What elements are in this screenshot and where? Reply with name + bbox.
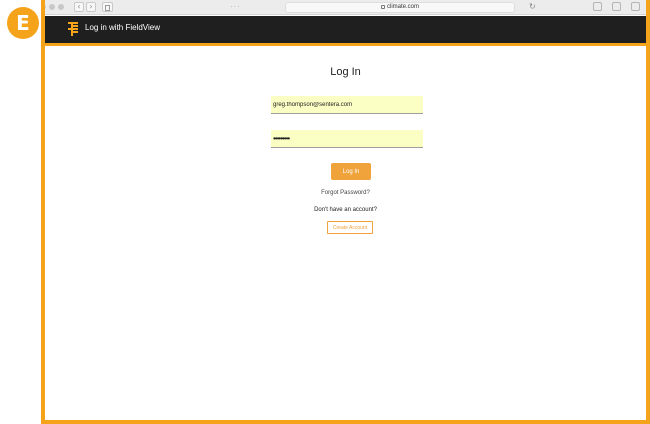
address-bar[interactable]: climate.com bbox=[285, 2, 515, 13]
toolbar-actions bbox=[593, 2, 640, 11]
sidebar-toggle-icon[interactable] bbox=[102, 2, 113, 12]
back-icon[interactable]: ‹ bbox=[74, 2, 84, 12]
create-account-button[interactable]: Create Account bbox=[327, 221, 373, 234]
minimize-window-icon[interactable] bbox=[49, 4, 55, 10]
password-field[interactable] bbox=[271, 130, 423, 148]
tabs-icon[interactable] bbox=[631, 2, 640, 11]
history-nav: ‹ › bbox=[74, 2, 96, 12]
header-title: Log in with FieldView bbox=[85, 23, 161, 32]
more-icon[interactable]: ··· bbox=[230, 2, 241, 11]
downloads-icon[interactable] bbox=[593, 2, 602, 11]
login-title: Log In bbox=[330, 66, 361, 78]
window-controls bbox=[45, 4, 64, 10]
forgot-password-link[interactable]: Forgot Password? bbox=[45, 190, 646, 196]
email-field[interactable] bbox=[271, 96, 423, 114]
fieldview-logo-icon bbox=[68, 22, 78, 36]
login-button[interactable]: Log In bbox=[331, 163, 371, 180]
zoom-window-icon[interactable] bbox=[58, 4, 64, 10]
address-text: climate.com bbox=[386, 4, 419, 10]
no-account-text: Don't have an account? bbox=[314, 207, 377, 213]
header-divider bbox=[45, 43, 646, 46]
app-header: Log in with FieldView bbox=[45, 16, 646, 43]
close-window-icon[interactable] bbox=[45, 4, 46, 10]
browser-toolbar: ‹ › ··· climate.com ↻ bbox=[45, 0, 646, 15]
forward-icon[interactable]: › bbox=[86, 2, 96, 12]
share-icon[interactable] bbox=[612, 2, 621, 11]
reload-icon[interactable]: ↻ bbox=[529, 2, 536, 11]
step-badge: E bbox=[7, 7, 39, 39]
lock-icon bbox=[380, 5, 385, 9]
highlight-frame: ‹ › ··· climate.com ↻ Log in with FieldV… bbox=[41, 0, 650, 424]
screenshot-stage: E ‹ › ··· climate.com ↻ Log in with Fiel… bbox=[0, 0, 650, 424]
